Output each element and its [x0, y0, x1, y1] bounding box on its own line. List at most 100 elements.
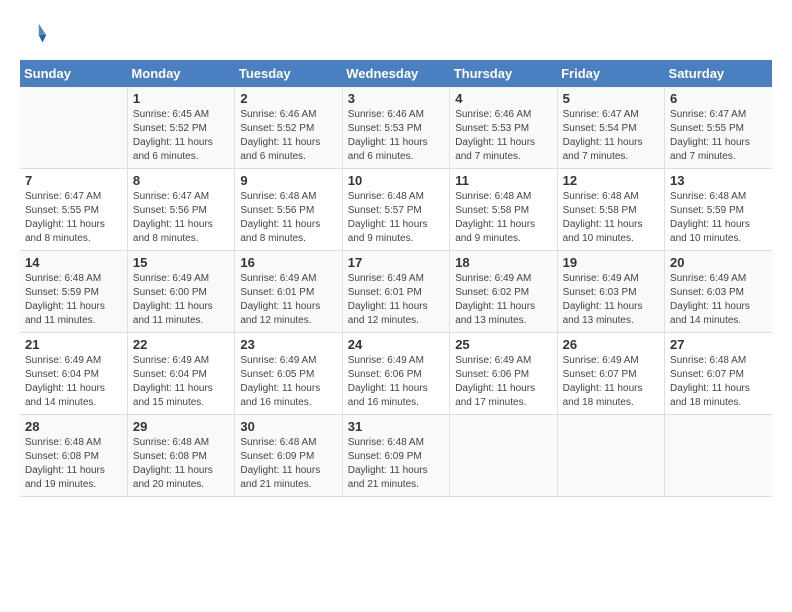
calendar-cell: 16 Sunrise: 6:49 AMSunset: 6:01 PMDayligh… — [235, 251, 342, 333]
calendar-cell: 1 Sunrise: 6:45 AMSunset: 5:52 PMDaylight… — [127, 87, 234, 169]
day-info: Sunrise: 6:47 AMSunset: 5:54 PMDaylight:… — [563, 108, 659, 164]
logo — [20, 20, 54, 50]
day-info: Sunrise: 6:46 AMSunset: 5:53 PMDaylight:… — [348, 108, 444, 164]
day-number: 3 — [348, 91, 444, 106]
calendar-cell: 14Sunrise: 6:48 AMSunset: 5:59 PMDayligh… — [20, 251, 127, 333]
day-number: 30 — [240, 419, 336, 434]
day-info: Sunrise: 6:49 AMSunset: 6:07 PMDaylight:… — [563, 354, 659, 410]
calendar-cell — [665, 415, 772, 497]
calendar-cell: 11 Sunrise: 6:48 AMSunset: 5:58 PMDayligh… — [450, 169, 557, 251]
day-info: Sunrise: 6:48 AMSunset: 6:09 PMDaylight:… — [240, 436, 336, 492]
day-info: Sunrise: 6:48 AMSunset: 5:57 PMDaylight:… — [348, 190, 444, 246]
day-info: Sunrise: 6:48 AMSunset: 6:07 PMDaylight:… — [670, 354, 767, 410]
day-info: Sunrise: 6:49 AMSunset: 6:01 PMDaylight:… — [348, 272, 444, 328]
day-number: 11 — [455, 173, 551, 188]
weekday-header-wednesday: Wednesday — [342, 60, 449, 87]
weekday-header-row: SundayMondayTuesdayWednesdayThursdayFrid… — [20, 60, 772, 87]
day-info: Sunrise: 6:49 AMSunset: 6:02 PMDaylight:… — [455, 272, 551, 328]
calendar-cell — [20, 87, 127, 169]
day-number: 26 — [563, 337, 659, 352]
day-info: Sunrise: 6:48 AMSunset: 5:58 PMDaylight:… — [455, 190, 551, 246]
day-number: 20 — [670, 255, 767, 270]
day-number: 28 — [25, 419, 122, 434]
day-number: 14 — [25, 255, 122, 270]
calendar-week-2: 7 Sunrise: 6:47 AMSunset: 5:55 PMDaylight… — [20, 169, 772, 251]
day-number: 25 — [455, 337, 551, 352]
day-info: Sunrise: 6:46 AMSunset: 5:52 PMDaylight:… — [240, 108, 336, 164]
day-info: Sunrise: 6:48 AMSunset: 5:58 PMDaylight:… — [563, 190, 659, 246]
day-number: 6 — [670, 91, 767, 106]
weekday-header-saturday: Saturday — [665, 60, 772, 87]
calendar-cell: 19Sunrise: 6:49 AMSunset: 6:03 PMDayligh… — [557, 251, 664, 333]
day-number: 8 — [133, 173, 229, 188]
calendar-week-1: 1 Sunrise: 6:45 AMSunset: 5:52 PMDaylight… — [20, 87, 772, 169]
weekday-header-monday: Monday — [127, 60, 234, 87]
calendar-cell: 26 Sunrise: 6:49 AMSunset: 6:07 PMDayligh… — [557, 333, 664, 415]
day-info: Sunrise: 6:47 AMSunset: 5:56 PMDaylight:… — [133, 190, 229, 246]
calendar-cell: 4 Sunrise: 6:46 AMSunset: 5:53 PMDaylight… — [450, 87, 557, 169]
page-header — [20, 20, 772, 50]
weekday-header-thursday: Thursday — [450, 60, 557, 87]
day-info: Sunrise: 6:49 AMSunset: 6:05 PMDaylight:… — [240, 354, 336, 410]
day-number: 22 — [133, 337, 229, 352]
day-info: Sunrise: 6:48 AMSunset: 5:56 PMDaylight:… — [240, 190, 336, 246]
day-number: 4 — [455, 91, 551, 106]
calendar-cell: 18 Sunrise: 6:49 AMSunset: 6:02 PMDayligh… — [450, 251, 557, 333]
weekday-header-tuesday: Tuesday — [235, 60, 342, 87]
calendar-cell: 31Sunrise: 6:48 AMSunset: 6:09 PMDayligh… — [342, 415, 449, 497]
day-number: 13 — [670, 173, 767, 188]
day-number: 31 — [348, 419, 444, 434]
calendar-cell: 15 Sunrise: 6:49 AMSunset: 6:00 PMDayligh… — [127, 251, 234, 333]
calendar-cell: 2Sunrise: 6:46 AMSunset: 5:52 PMDaylight… — [235, 87, 342, 169]
calendar-cell: 9 Sunrise: 6:48 AMSunset: 5:56 PMDaylight… — [235, 169, 342, 251]
calendar-week-3: 14Sunrise: 6:48 AMSunset: 5:59 PMDayligh… — [20, 251, 772, 333]
day-number: 24 — [348, 337, 444, 352]
day-number: 21 — [25, 337, 122, 352]
day-number: 5 — [563, 91, 659, 106]
calendar-cell — [450, 415, 557, 497]
calendar-cell: 5 Sunrise: 6:47 AMSunset: 5:54 PMDaylight… — [557, 87, 664, 169]
day-info: Sunrise: 6:49 AMSunset: 6:06 PMDaylight:… — [348, 354, 444, 410]
calendar-cell: 17 Sunrise: 6:49 AMSunset: 6:01 PMDayligh… — [342, 251, 449, 333]
day-number: 12 — [563, 173, 659, 188]
calendar-cell: 3 Sunrise: 6:46 AMSunset: 5:53 PMDaylight… — [342, 87, 449, 169]
day-info: Sunrise: 6:49 AMSunset: 6:03 PMDaylight:… — [670, 272, 767, 328]
calendar-week-5: 28 Sunrise: 6:48 AMSunset: 6:08 PMDayligh… — [20, 415, 772, 497]
calendar-cell: 28 Sunrise: 6:48 AMSunset: 6:08 PMDayligh… — [20, 415, 127, 497]
calendar-cell: 8 Sunrise: 6:47 AMSunset: 5:56 PMDaylight… — [127, 169, 234, 251]
calendar-cell: 12 Sunrise: 6:48 AMSunset: 5:58 PMDayligh… — [557, 169, 664, 251]
day-number: 17 — [348, 255, 444, 270]
day-info: Sunrise: 6:49 AMSunset: 6:01 PMDaylight:… — [240, 272, 336, 328]
day-number: 29 — [133, 419, 229, 434]
calendar-cell: 10 Sunrise: 6:48 AMSunset: 5:57 PMDayligh… — [342, 169, 449, 251]
day-info: Sunrise: 6:46 AMSunset: 5:53 PMDaylight:… — [455, 108, 551, 164]
day-number: 7 — [25, 173, 122, 188]
day-number: 27 — [670, 337, 767, 352]
calendar-cell: 24 Sunrise: 6:49 AMSunset: 6:06 PMDayligh… — [342, 333, 449, 415]
day-number: 18 — [455, 255, 551, 270]
day-info: Sunrise: 6:49 AMSunset: 6:04 PMDaylight:… — [25, 354, 122, 410]
day-info: Sunrise: 6:45 AMSunset: 5:52 PMDaylight:… — [133, 108, 229, 164]
day-number: 9 — [240, 173, 336, 188]
day-number: 10 — [348, 173, 444, 188]
day-number: 1 — [133, 91, 229, 106]
weekday-header-friday: Friday — [557, 60, 664, 87]
calendar-cell: 6 Sunrise: 6:47 AMSunset: 5:55 PMDaylight… — [665, 87, 772, 169]
calendar-cell: 13Sunrise: 6:48 AMSunset: 5:59 PMDayligh… — [665, 169, 772, 251]
calendar-cell: 7 Sunrise: 6:47 AMSunset: 5:55 PMDaylight… — [20, 169, 127, 251]
day-number: 19 — [563, 255, 659, 270]
day-info: Sunrise: 6:47 AMSunset: 5:55 PMDaylight:… — [670, 108, 767, 164]
day-info: Sunrise: 6:47 AMSunset: 5:55 PMDaylight:… — [25, 190, 122, 246]
day-info: Sunrise: 6:48 AMSunset: 6:08 PMDaylight:… — [25, 436, 122, 492]
calendar-cell: 25Sunrise: 6:49 AMSunset: 6:06 PMDayligh… — [450, 333, 557, 415]
day-info: Sunrise: 6:49 AMSunset: 6:00 PMDaylight:… — [133, 272, 229, 328]
day-number: 16 — [240, 255, 336, 270]
calendar-cell: 29Sunrise: 6:48 AMSunset: 6:08 PMDayligh… — [127, 415, 234, 497]
calendar-cell: 23Sunrise: 6:49 AMSunset: 6:05 PMDayligh… — [235, 333, 342, 415]
calendar-cell: 20 Sunrise: 6:49 AMSunset: 6:03 PMDayligh… — [665, 251, 772, 333]
weekday-header-sunday: Sunday — [20, 60, 127, 87]
day-number: 15 — [133, 255, 229, 270]
calendar-cell: 30 Sunrise: 6:48 AMSunset: 6:09 PMDayligh… — [235, 415, 342, 497]
day-info: Sunrise: 6:49 AMSunset: 6:04 PMDaylight:… — [133, 354, 229, 410]
calendar-cell: 22 Sunrise: 6:49 AMSunset: 6:04 PMDayligh… — [127, 333, 234, 415]
